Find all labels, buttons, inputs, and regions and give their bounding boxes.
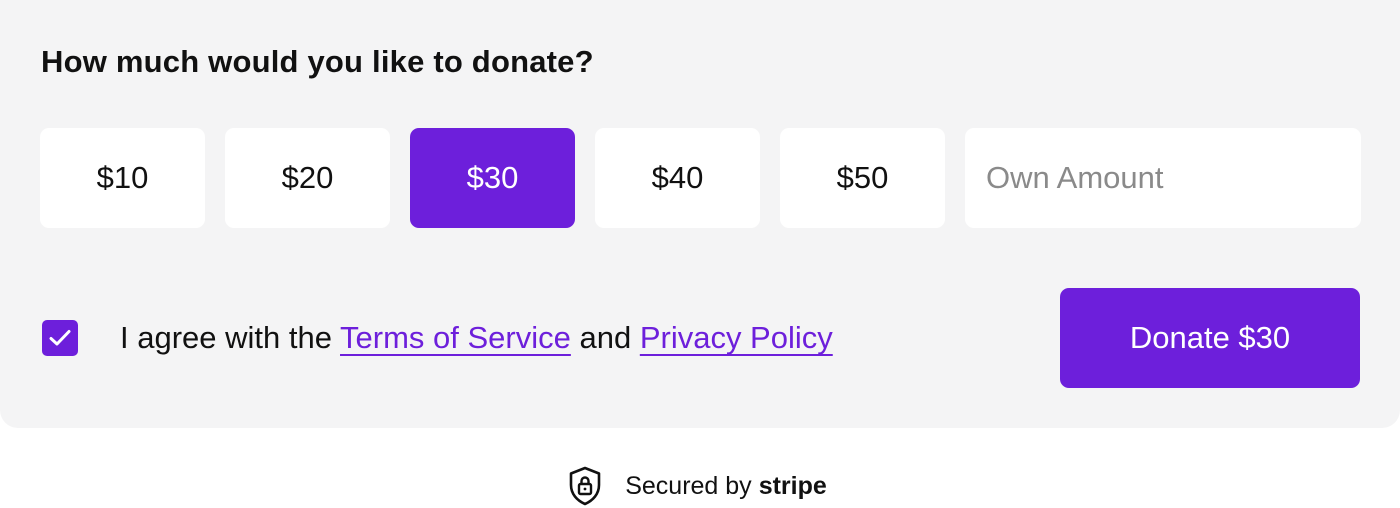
agree-middle: and xyxy=(570,320,640,355)
amount-button-30[interactable]: $30 xyxy=(410,128,575,228)
checkmark-icon xyxy=(49,330,71,346)
agree-row: I agree with the Terms of Service and Pr… xyxy=(42,320,833,356)
donation-card: How much would you like to donate? $10 $… xyxy=(0,0,1400,428)
donate-button[interactable]: Donate $30 xyxy=(1060,288,1360,388)
own-amount-input[interactable] xyxy=(965,128,1361,228)
stripe-brand: stripe xyxy=(758,471,827,500)
amount-button-20[interactable]: $20 xyxy=(225,128,390,228)
shield-lock-icon xyxy=(569,466,601,506)
agree-checkbox[interactable] xyxy=(42,320,78,356)
privacy-link[interactable]: Privacy Policy xyxy=(640,320,833,355)
amount-button-40[interactable]: $40 xyxy=(595,128,760,228)
donation-question: How much would you like to donate? xyxy=(41,44,594,79)
secured-by-footer: Secured by stripe xyxy=(0,466,1400,506)
agree-prefix: I agree with the xyxy=(120,320,341,355)
amount-button-10[interactable]: $10 xyxy=(40,128,205,228)
terms-link[interactable]: Terms of Service xyxy=(340,320,571,355)
amount-button-50[interactable]: $50 xyxy=(780,128,945,228)
secured-text: Secured by xyxy=(625,471,752,500)
agree-text: I agree with the Terms of Service and Pr… xyxy=(120,320,833,356)
amount-options: $10 $20 $30 $40 $50 xyxy=(40,128,1361,228)
